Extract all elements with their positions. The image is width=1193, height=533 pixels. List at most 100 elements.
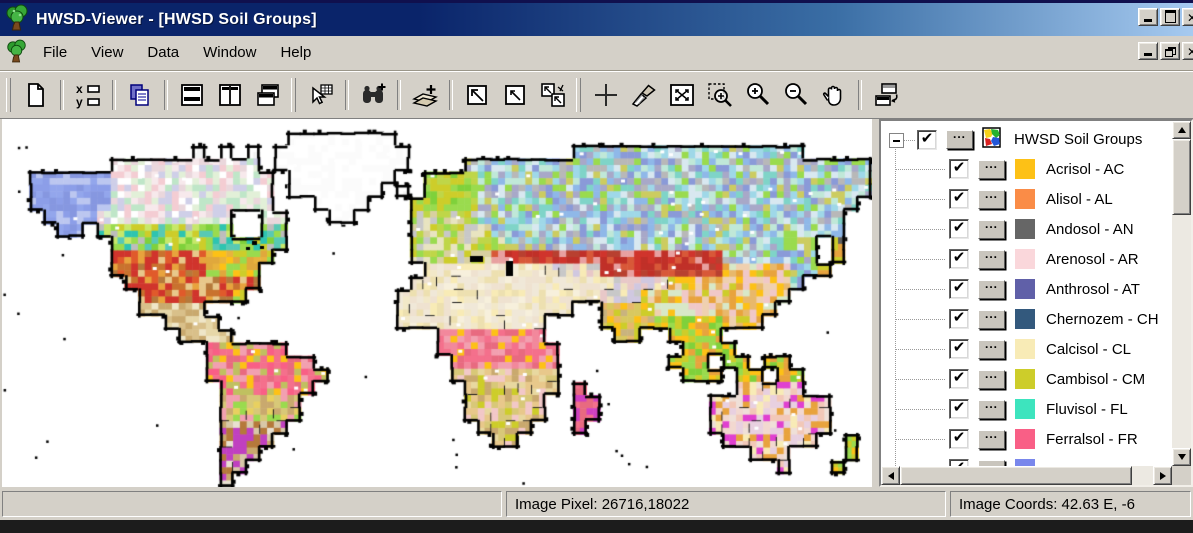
- export-view-icon: [872, 81, 900, 109]
- legend-item-cambisol[interactable]: ✔...Cambisol - CM: [881, 364, 1172, 394]
- find-button[interactable]: [354, 75, 392, 115]
- xy-data-button[interactable]: xy: [69, 75, 107, 115]
- menu-help[interactable]: Help: [268, 40, 323, 65]
- legend-item-options-button[interactable]: ...: [978, 190, 1005, 209]
- select-pointer-button[interactable]: [302, 75, 340, 115]
- legend-item-ferralsol[interactable]: ✔...Ferralsol - FR: [881, 424, 1172, 454]
- crosshair-button[interactable]: [587, 75, 625, 115]
- legend-horizontal-scrollbar[interactable]: [881, 466, 1172, 485]
- toolbar-separator: [164, 80, 168, 110]
- legend-vertical-scrollbar[interactable]: [1172, 121, 1191, 466]
- toolbar: xy: [0, 70, 1193, 119]
- legend-item-options-button[interactable]: ...: [978, 400, 1005, 419]
- arrow-down-icon: [1178, 454, 1186, 464]
- export-view-button[interactable]: [867, 75, 905, 115]
- scroll-right-button[interactable]: [1153, 466, 1172, 485]
- legend-item-checkbox[interactable]: ✔: [949, 219, 969, 239]
- child-close-button[interactable]: ✕: [1182, 42, 1193, 60]
- zoom-in-button[interactable]: [739, 75, 777, 115]
- legend-item-checkbox[interactable]: ✔: [949, 429, 969, 449]
- tile-vertical-button[interactable]: [211, 75, 249, 115]
- cascade-windows-button[interactable]: [249, 75, 287, 115]
- minimize-button[interactable]: [1138, 8, 1158, 26]
- legend-item-options-button[interactable]: ...: [978, 310, 1005, 329]
- legend-item-options-button[interactable]: ...: [978, 250, 1005, 269]
- paintbrush-button[interactable]: [625, 75, 663, 115]
- legend-item-anthrosol[interactable]: ✔...Anthrosol - AT: [881, 274, 1172, 304]
- legend-item-options-button[interactable]: ...: [978, 370, 1005, 389]
- legend-item-partial[interactable]: ✔...: [881, 454, 1172, 466]
- legend-item-label: Calcisol - CL: [1046, 341, 1131, 358]
- scroll-left-button[interactable]: [881, 466, 900, 485]
- menu-view[interactable]: View: [79, 40, 135, 65]
- legend-item-checkbox[interactable]: ✔: [949, 309, 969, 329]
- legend-item-options-button[interactable]: ...: [978, 340, 1005, 359]
- child-minimize-button[interactable]: [1138, 42, 1158, 60]
- add-layer-button[interactable]: [406, 75, 444, 115]
- maximize-button[interactable]: [1160, 8, 1180, 26]
- legend-item-checkbox[interactable]: ✔: [949, 279, 969, 299]
- select-pointer-icon: [307, 81, 335, 109]
- menu-window[interactable]: Window: [191, 40, 268, 65]
- app-tree-icon: [5, 4, 29, 36]
- tile-horizontal-button[interactable]: [173, 75, 211, 115]
- legend-item-alisol[interactable]: ✔...Alisol - AL: [881, 184, 1172, 214]
- check-icon: ✔: [953, 343, 966, 353]
- child-restore-button[interactable]: [1160, 42, 1180, 60]
- legend-root-options-button[interactable]: ...: [946, 130, 973, 149]
- fit-to-window-button[interactable]: [663, 75, 701, 115]
- copy-button[interactable]: [121, 75, 159, 115]
- shrink-image-alt-button[interactable]: [496, 75, 534, 115]
- legend-item-arenosol[interactable]: ✔...Arenosol - AR: [881, 244, 1172, 274]
- world-soil-map[interactable]: [2, 119, 872, 487]
- legend-item-checkbox[interactable]: ✔: [949, 399, 969, 419]
- legend-root-checkbox[interactable]: ✔: [917, 130, 937, 150]
- legend-item-checkbox[interactable]: ✔: [949, 459, 969, 466]
- legend-item-label: Chernozem - CH: [1046, 311, 1159, 328]
- legend-item-checkbox[interactable]: ✔: [949, 369, 969, 389]
- toolbar-grip[interactable]: [6, 78, 11, 112]
- legend-item-checkbox[interactable]: ✔: [949, 339, 969, 359]
- new-document-button[interactable]: [17, 75, 55, 115]
- toolbar-grip[interactable]: [291, 78, 296, 112]
- legend-item-options-button[interactable]: ...: [978, 220, 1005, 239]
- child-window-tree-icon[interactable]: [6, 39, 27, 68]
- legend-item-label: Acrisol - AC: [1046, 161, 1124, 178]
- svg-text:x: x: [76, 82, 83, 96]
- swap-images-icon: [539, 81, 567, 109]
- legend-item-chernozem[interactable]: ✔... Chernozem - CH: [881, 304, 1172, 334]
- collapse-toggle[interactable]: [889, 133, 904, 148]
- close-button[interactable]: ✕: [1182, 8, 1193, 26]
- toolbar-separator: [345, 80, 349, 110]
- menu-data[interactable]: Data: [135, 40, 191, 65]
- horizontal-scroll-thumb[interactable]: [900, 466, 1132, 485]
- check-icon: ✔: [953, 403, 966, 413]
- legend-item-options-button[interactable]: ...: [978, 430, 1005, 449]
- fit-to-window-icon: [668, 81, 696, 109]
- legend-item-options-button[interactable]: ...: [978, 280, 1005, 299]
- legend-item-checkbox[interactable]: ✔: [949, 249, 969, 269]
- check-icon: ✔: [953, 193, 966, 203]
- panel-splitter[interactable]: [872, 119, 879, 487]
- legend-item-options-button[interactable]: ...: [978, 160, 1005, 179]
- shrink-image-button[interactable]: [458, 75, 496, 115]
- legend-item-andosol[interactable]: ✔...Andosol - AN: [881, 214, 1172, 244]
- legend-color-swatch: [1015, 249, 1035, 269]
- map-view[interactable]: [2, 119, 872, 487]
- swap-images-button[interactable]: [534, 75, 572, 115]
- scroll-down-button[interactable]: [1172, 448, 1191, 466]
- zoom-out-button[interactable]: [777, 75, 815, 115]
- vertical-scroll-thumb[interactable]: [1172, 139, 1191, 215]
- legend-item-fluvisol[interactable]: ✔...Fluvisol - FL: [881, 394, 1172, 424]
- toolbar-grip[interactable]: [576, 78, 581, 112]
- legend-item-checkbox[interactable]: ✔: [949, 189, 969, 209]
- scroll-up-button[interactable]: [1172, 121, 1191, 139]
- toolbar-separator: [858, 80, 862, 110]
- legend-item-checkbox[interactable]: ✔: [949, 159, 969, 179]
- legend-root-row[interactable]: ✔ ... HWSD Soil Groups: [881, 125, 1172, 154]
- legend-item-calcisol[interactable]: ✔... Calcisol - CL: [881, 334, 1172, 364]
- menu-file[interactable]: File: [31, 40, 79, 65]
- pan-button[interactable]: [815, 75, 853, 115]
- zoom-to-area-button[interactable]: [701, 75, 739, 115]
- legend-item-acrisol[interactable]: ✔... Acrisol - AC: [881, 154, 1172, 184]
